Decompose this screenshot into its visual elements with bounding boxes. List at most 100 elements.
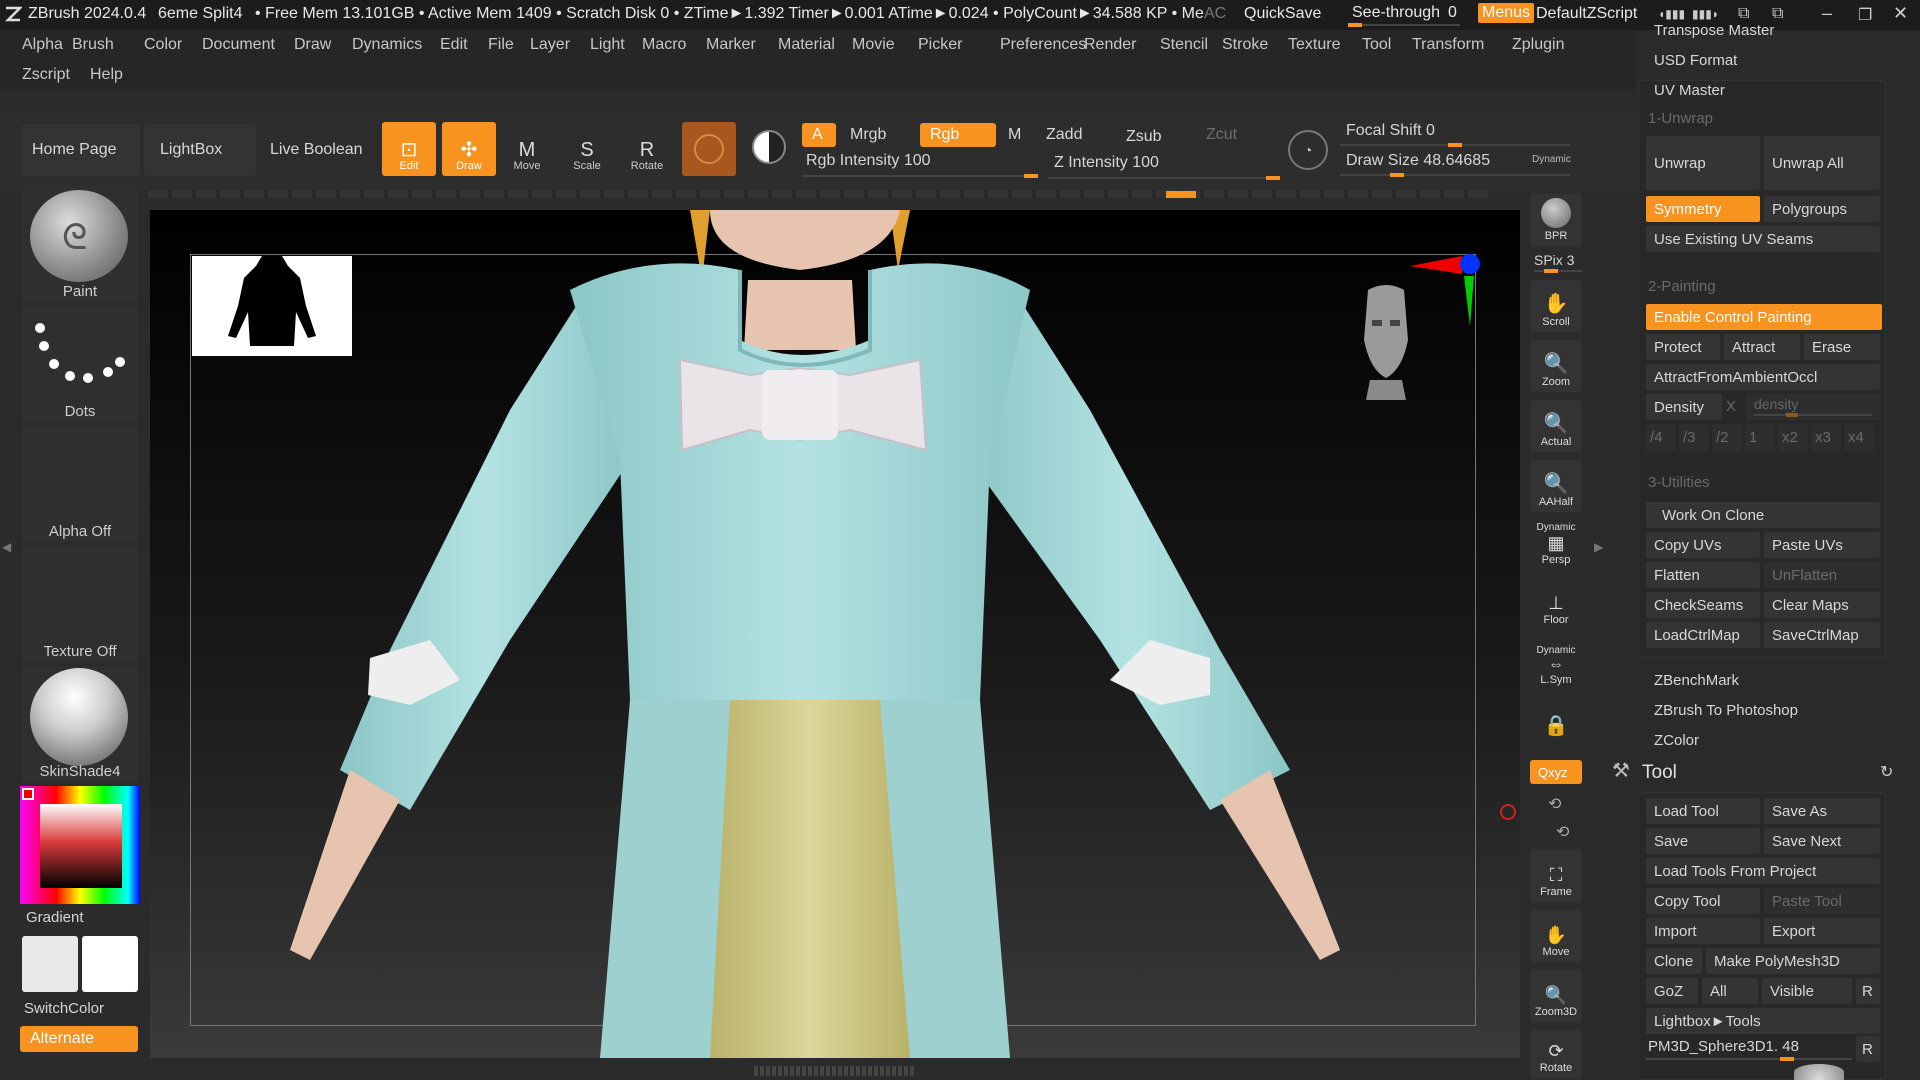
live-boolean-button[interactable]: Live Boolean bbox=[260, 124, 370, 176]
density-step-button[interactable]: /2 bbox=[1712, 424, 1742, 451]
tool-panel-title[interactable]: Tool bbox=[1642, 762, 1677, 784]
bpr-button[interactable]: BPR bbox=[1530, 194, 1582, 246]
zsub-button[interactable]: Zsub bbox=[1116, 125, 1190, 149]
zcut-button[interactable]: Zcut bbox=[1196, 123, 1266, 147]
aahalf-button[interactable]: 🔍 AAHalf bbox=[1530, 460, 1582, 512]
frame-button[interactable]: ⛶ Frame bbox=[1530, 850, 1582, 902]
menu-stencil[interactable]: Stencil bbox=[1160, 36, 1208, 54]
lazymouse-button[interactable]: ◔ bbox=[1288, 130, 1328, 170]
viewport-bottom-handle[interactable] bbox=[754, 1066, 914, 1076]
menu-movie[interactable]: Movie bbox=[852, 36, 895, 54]
stroke-thumbnail[interactable]: Dots bbox=[22, 306, 138, 422]
erase-button[interactable]: Erase bbox=[1804, 334, 1880, 360]
menu-help[interactable]: Help bbox=[90, 66, 123, 84]
layout-icon[interactable]: ◖▮▮▮ bbox=[1658, 7, 1685, 21]
menu-layer[interactable]: Layer bbox=[530, 36, 570, 54]
material-thumbnail[interactable]: SkinShade4 bbox=[22, 666, 138, 782]
menu-document[interactable]: Document bbox=[202, 36, 275, 54]
save-button[interactable]: Save bbox=[1646, 828, 1760, 854]
see-through-slider[interactable]: See-through 0 bbox=[1348, 2, 1460, 28]
rotate-y-icon[interactable]: ⟲ bbox=[1548, 794, 1561, 814]
polygroups-button[interactable]: Polygroups bbox=[1764, 196, 1880, 222]
zoom-button[interactable]: 🔍 Zoom bbox=[1530, 340, 1582, 392]
edit-button[interactable]: ⊡ Edit bbox=[382, 122, 436, 176]
unwrap-all-button[interactable]: Unwrap All bbox=[1764, 136, 1880, 190]
lightbox-tools-button[interactable]: Lightbox►Tools bbox=[1646, 1008, 1880, 1034]
home-page-button[interactable]: Home Page bbox=[22, 124, 140, 176]
zoom3d-button[interactable]: 🔍 Zoom3D bbox=[1530, 970, 1582, 1022]
density-step-button[interactable]: x2 bbox=[1778, 424, 1808, 451]
goz-all-button[interactable]: All bbox=[1702, 978, 1758, 1004]
symmetry-button[interactable]: Symmetry bbox=[1646, 196, 1760, 222]
gradient-label[interactable]: Gradient bbox=[26, 909, 84, 926]
menu-render[interactable]: Render bbox=[1084, 36, 1136, 54]
refresh-icon[interactable]: ↻ bbox=[1880, 762, 1893, 782]
menu-macro[interactable]: Macro bbox=[642, 36, 686, 54]
goz-button[interactable]: GoZ bbox=[1646, 978, 1698, 1004]
usd-format-item[interactable]: USD Format bbox=[1654, 52, 1737, 69]
menu-edit[interactable]: Edit bbox=[440, 36, 468, 54]
uv-master-title[interactable]: UV Master bbox=[1654, 82, 1725, 99]
lock-button[interactable]: 🔒 bbox=[1530, 700, 1582, 752]
rotate-button[interactable]: R Rotate bbox=[620, 122, 674, 176]
menu-color[interactable]: Color bbox=[144, 36, 182, 54]
scroll-button[interactable]: ✋ Scroll bbox=[1530, 280, 1582, 332]
make-polymesh3d-button[interactable]: Make PolyMesh3D bbox=[1706, 948, 1880, 974]
brush-thumbnail[interactable]: ᘓ Paint bbox=[22, 186, 138, 302]
goz-r-button[interactable]: R bbox=[1856, 978, 1880, 1004]
secondary-color-swatch[interactable] bbox=[82, 936, 138, 992]
menu-tool[interactable]: Tool bbox=[1362, 36, 1391, 54]
menu-zplugin[interactable]: Zplugin bbox=[1512, 36, 1564, 54]
load-tool-button[interactable]: Load Tool bbox=[1646, 798, 1760, 824]
save-as-button[interactable]: Save As bbox=[1764, 798, 1880, 824]
layout-next-icon[interactable]: ▮▮▮◗ bbox=[1692, 7, 1719, 21]
enable-control-painting-button[interactable]: Enable Control Painting bbox=[1646, 304, 1882, 330]
flatten-button[interactable]: Flatten bbox=[1646, 562, 1760, 588]
tool-thumbnail[interactable] bbox=[1794, 1064, 1844, 1080]
lsym-button[interactable]: Dynamic ⇔ L.Sym bbox=[1530, 638, 1582, 690]
density-step-button[interactable]: x4 bbox=[1844, 424, 1874, 451]
transpose-master-item[interactable]: Transpose Master bbox=[1654, 22, 1774, 39]
switchcolor-button[interactable]: SwitchColor bbox=[24, 1000, 104, 1017]
menu-zscript[interactable]: Zscript bbox=[22, 66, 70, 84]
menu-marker[interactable]: Marker bbox=[706, 36, 756, 54]
right-tray-handle[interactable]: ▶ bbox=[1594, 540, 1604, 570]
zbenchmark-item[interactable]: ZBenchMark bbox=[1654, 672, 1739, 689]
rotate-z-icon[interactable]: ⟲ bbox=[1556, 822, 1569, 842]
timeline-marker[interactable] bbox=[1166, 191, 1196, 198]
unflatten-button[interactable]: UnFlatten bbox=[1764, 562, 1880, 588]
menu-stroke[interactable]: Stroke bbox=[1222, 36, 1268, 54]
move-view-button[interactable]: ✋ Move bbox=[1530, 910, 1582, 962]
paste-uvs-button[interactable]: Paste UVs bbox=[1764, 532, 1880, 558]
viewport-canvas[interactable] bbox=[150, 210, 1520, 1058]
rgb-intensity-slider[interactable]: Rgb Intensity 100 bbox=[802, 150, 1038, 180]
protect-button[interactable]: Protect bbox=[1646, 334, 1720, 360]
density-step-button[interactable]: /3 bbox=[1679, 424, 1709, 451]
attract-ambient-button[interactable]: AttractFromAmbientOccl bbox=[1646, 364, 1880, 390]
density-step-button[interactable]: 1 bbox=[1745, 424, 1775, 451]
brush-material-button[interactable] bbox=[682, 122, 736, 176]
draw-size-slider[interactable]: Draw Size 48.64685 Dynamic bbox=[1340, 150, 1580, 178]
density-button[interactable]: Density bbox=[1646, 394, 1722, 420]
attract-button[interactable]: Attract bbox=[1724, 334, 1800, 360]
menu-dynamics[interactable]: Dynamics bbox=[352, 36, 422, 54]
menu-brush[interactable]: Brush bbox=[72, 36, 114, 54]
paste-tool-button[interactable]: Paste Tool bbox=[1764, 888, 1880, 914]
main-color-swatch[interactable] bbox=[22, 936, 78, 992]
unwrap-button[interactable]: Unwrap bbox=[1646, 136, 1760, 190]
clone-button[interactable]: Clone bbox=[1646, 948, 1702, 974]
density-step-button[interactable]: /4 bbox=[1646, 424, 1676, 451]
menu-light[interactable]: Light bbox=[590, 36, 625, 54]
rotate-view-button[interactable]: ⟳ Rotate bbox=[1530, 1030, 1582, 1078]
dock-icon[interactable]: ⧉ bbox=[1738, 5, 1749, 23]
alpha-thumbnail[interactable]: Alpha Off bbox=[22, 426, 138, 542]
color-picker[interactable] bbox=[20, 786, 140, 904]
zadd-button[interactable]: Zadd bbox=[1036, 123, 1110, 147]
rgb-button[interactable]: Rgb bbox=[920, 123, 996, 147]
quicksave-button[interactable]: QuickSave bbox=[1244, 5, 1321, 23]
clear-maps-button[interactable]: Clear Maps bbox=[1764, 592, 1880, 618]
menus-toggle[interactable]: Menus bbox=[1478, 3, 1535, 23]
export-button[interactable]: Export bbox=[1764, 918, 1880, 944]
restore-icon[interactable]: ❐ bbox=[1858, 5, 1872, 25]
menu-material[interactable]: Material bbox=[778, 36, 835, 54]
